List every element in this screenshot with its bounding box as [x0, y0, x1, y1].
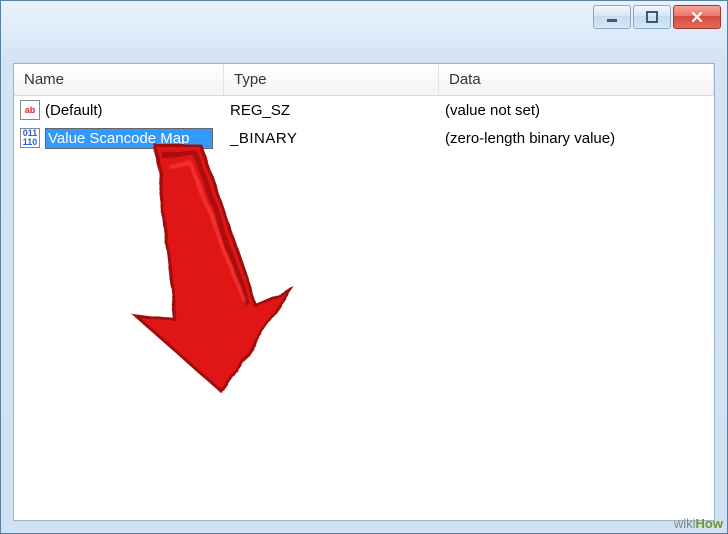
registry-list: Name Type Data ab (Default) REG_SZ (valu…: [13, 63, 715, 521]
watermark-prefix: wiki: [674, 516, 696, 531]
cell-data: (value not set): [439, 96, 714, 124]
maximize-button[interactable]: [633, 5, 671, 29]
cell-type: _BINARY: [224, 124, 439, 152]
watermark: wikiHow: [674, 516, 723, 531]
type-suffix: _BINARY: [230, 130, 297, 147]
column-header-name[interactable]: Name: [14, 64, 224, 95]
minimize-button[interactable]: [593, 5, 631, 29]
cell-name: ab (Default): [14, 96, 224, 124]
minimize-icon: [605, 10, 619, 24]
window-controls: [593, 5, 721, 29]
value-name: (Default): [45, 102, 103, 119]
rename-input[interactable]: Value Scancode Map: [45, 128, 213, 149]
close-button[interactable]: [673, 5, 721, 29]
list-body: ab (Default) REG_SZ (value not set) 0111…: [14, 96, 714, 152]
reg-sz-icon: ab: [20, 100, 40, 120]
column-header-type[interactable]: Type: [224, 64, 439, 95]
maximize-icon: [645, 10, 659, 24]
reg-binary-icon: 011110: [20, 128, 40, 148]
list-header: Name Type Data: [14, 64, 714, 96]
cell-name: 011110 Value Scancode Map: [14, 124, 224, 152]
cell-type: REG_SZ: [224, 96, 439, 124]
titlebar: [1, 1, 727, 49]
close-icon: [690, 10, 704, 24]
table-row[interactable]: 011110 Value Scancode Map _BINARY (zero-…: [14, 124, 714, 152]
window-frame: Name Type Data ab (Default) REG_SZ (valu…: [0, 0, 728, 534]
column-header-data[interactable]: Data: [439, 64, 714, 95]
watermark-suffix: How: [696, 516, 723, 531]
cell-data: (zero-length binary value): [439, 124, 714, 152]
table-row[interactable]: ab (Default) REG_SZ (value not set): [14, 96, 714, 124]
